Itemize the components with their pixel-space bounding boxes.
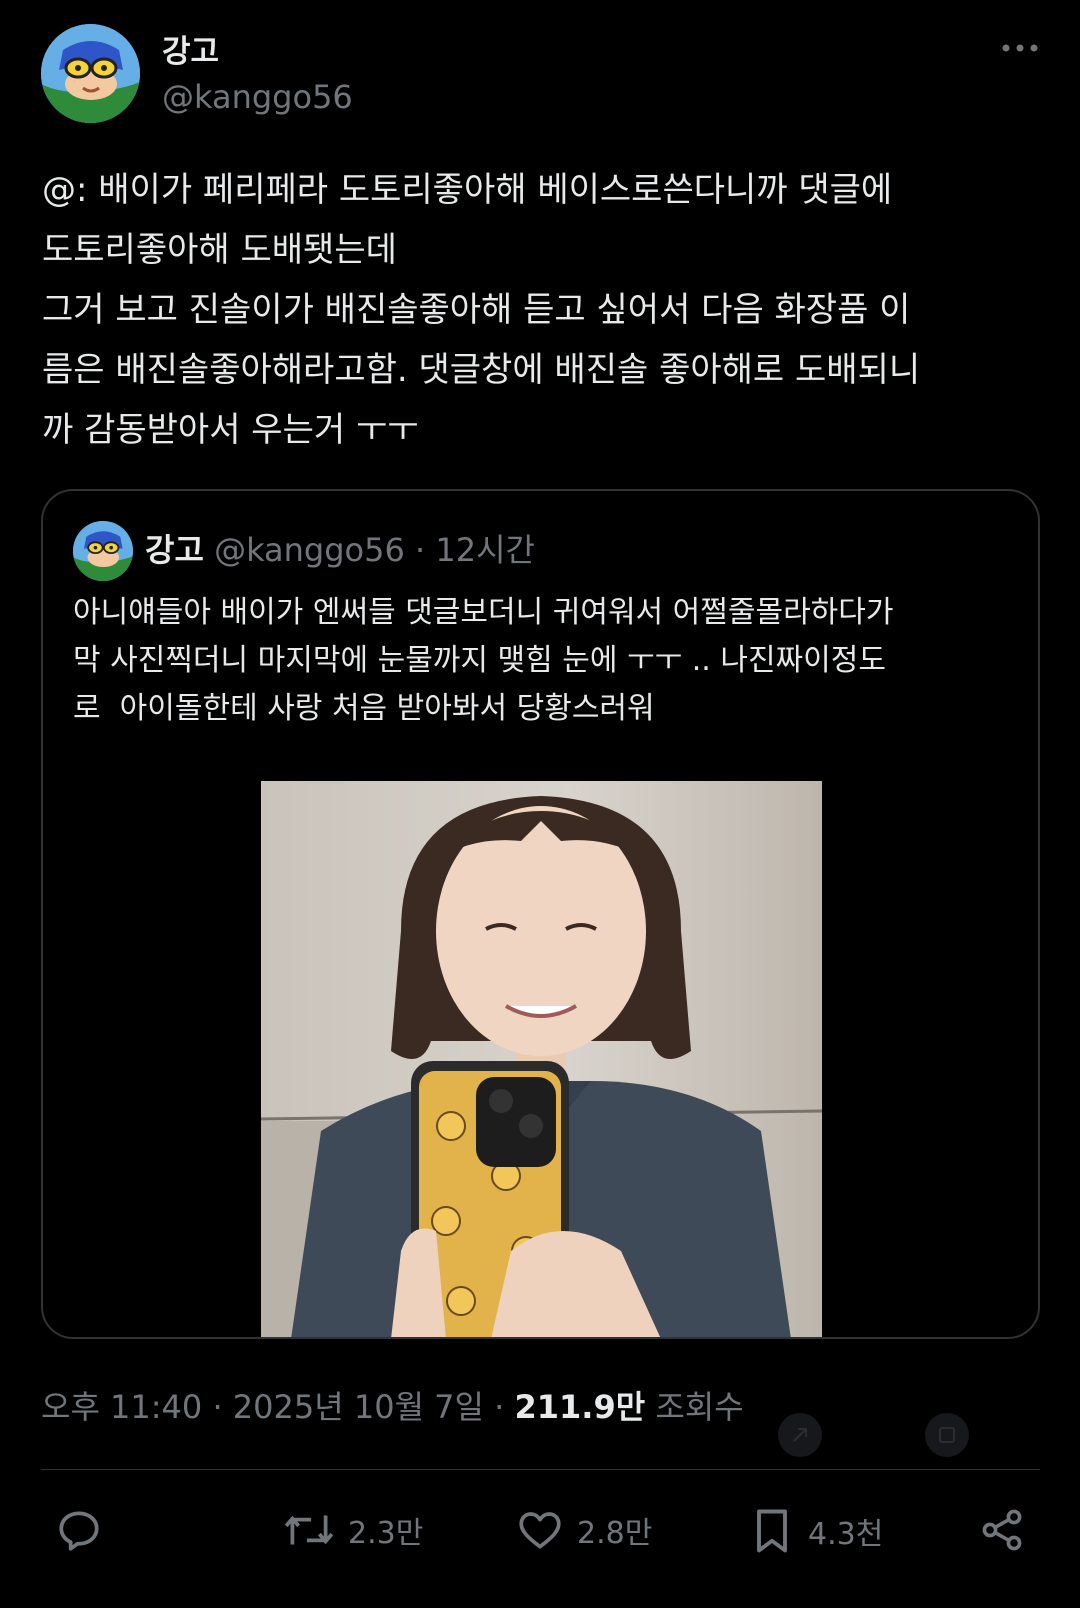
post-time[interactable]: 오후 11:40 xyxy=(41,1388,202,1426)
author-name[interactable]: 강고 xyxy=(162,26,219,71)
quoted-tweet-time[interactable]: 12시간 xyxy=(435,531,535,569)
separator-dot: · xyxy=(212,1388,223,1426)
quoted-tweet-photo[interactable] xyxy=(261,781,822,1337)
reply-icon xyxy=(59,1511,99,1551)
heart-icon xyxy=(519,1512,561,1549)
post-date[interactable]: 2025년 10월 7일 xyxy=(233,1388,484,1426)
separator-dot: · xyxy=(494,1388,505,1426)
overlay-expand-button[interactable] xyxy=(778,1413,822,1457)
like-button[interactable]: 2.8만 xyxy=(515,1505,652,1555)
reply-button[interactable] xyxy=(54,1505,104,1555)
bookmark-count: 4.3천 xyxy=(808,1517,884,1552)
share-button[interactable] xyxy=(978,1505,1026,1555)
quoted-tweet-text: 아니얘들아 배이가 엔써들 댓글보더니 귀여워서 어쩔줄몰라하다가 막 사진찍더… xyxy=(73,595,894,726)
bookmark-icon xyxy=(757,1509,787,1553)
tweet-meta: 오후 11:40 · 2025년 10월 7일 · 211.9만 조회수 xyxy=(41,1382,744,1428)
more-icon xyxy=(1002,44,1038,52)
bookmark-button[interactable]: 4.3천 xyxy=(748,1505,883,1557)
retweet-button[interactable]: 2.3만 xyxy=(282,1505,423,1555)
author-handle[interactable]: @kanggo56 xyxy=(162,78,353,116)
retweet-icon xyxy=(284,1515,334,1545)
avatar-image xyxy=(41,24,140,123)
quoted-author-avatar[interactable] xyxy=(73,521,133,581)
share-icon xyxy=(982,1509,1022,1551)
quoted-tweet-header: 강고 @kanggo56 · 12시간 xyxy=(145,525,535,571)
retweet-count: 2.3만 xyxy=(348,1516,424,1551)
separator-dot: · xyxy=(415,531,426,569)
like-count: 2.8만 xyxy=(577,1516,653,1551)
divider xyxy=(41,1469,1040,1470)
views-label: 조회수 xyxy=(655,1388,744,1426)
tweet-text: @: 배이가 페리페라 도토리좋아해 베이스로쓴다니까 댓글에 도토리좋아해 도… xyxy=(42,170,921,450)
quoted-author-handle[interactable]: @kanggo56 xyxy=(214,531,405,569)
avatar-image xyxy=(73,521,133,581)
more-options-button[interactable] xyxy=(996,28,1044,68)
expand-icon xyxy=(793,1428,807,1442)
quoted-tweet-card[interactable]: 강고 @kanggo56 · 12시간 아니얘들아 배이가 엔써들 댓글보더니 … xyxy=(41,489,1040,1339)
media-icon xyxy=(939,1427,955,1443)
quoted-author-name[interactable]: 강고 xyxy=(145,531,204,569)
overlay-media-button[interactable] xyxy=(925,1413,969,1457)
photo-image xyxy=(261,781,822,1337)
author-avatar[interactable] xyxy=(41,24,140,123)
views-count: 211.9만 xyxy=(514,1388,646,1426)
